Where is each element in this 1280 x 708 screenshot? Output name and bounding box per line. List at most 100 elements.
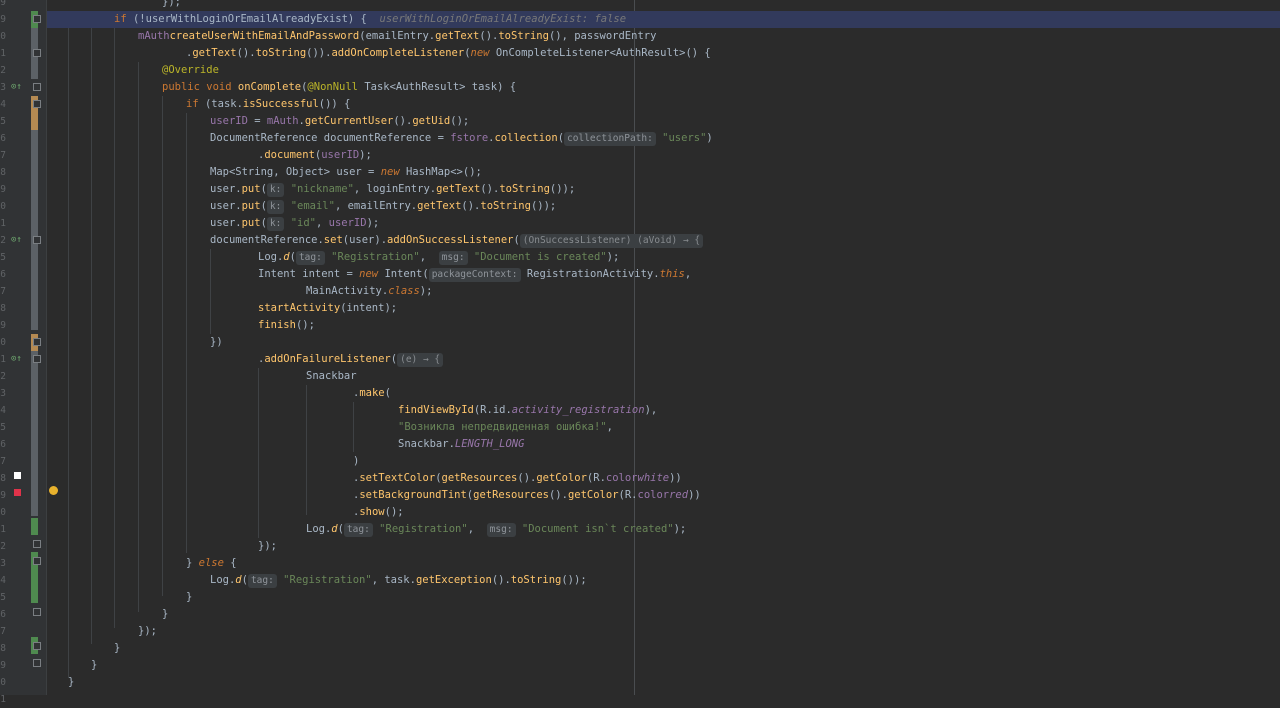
color-swatch-white-icon[interactable]: [14, 472, 21, 479]
fold-toggle-icon[interactable]: [33, 100, 41, 108]
line-number: 9: [0, 660, 6, 671]
code-token: "id": [290, 217, 316, 229]
code-token: @NonNull: [307, 81, 358, 93]
line-number: 4: [0, 575, 6, 586]
intention-bulb-icon[interactable]: [49, 486, 58, 495]
code-token: (: [260, 200, 267, 212]
parameter-hint: tag:: [247, 574, 277, 588]
code-token: (task.: [198, 98, 243, 110]
code-token: ().: [491, 574, 511, 586]
line-number: 1: [0, 48, 6, 59]
code-token: @Override: [162, 64, 219, 76]
fold-toggle-icon[interactable]: [33, 15, 41, 23]
line-number: 7: [0, 456, 6, 467]
code-token: );: [673, 523, 687, 535]
code-token: (: [384, 387, 391, 399]
code-token: set: [323, 234, 343, 246]
code-token: (R.id.: [473, 404, 512, 416]
code-token: startActivity: [258, 302, 341, 314]
folded-lambda[interactable]: (e) → {: [397, 353, 444, 367]
indent-guide: [306, 385, 307, 515]
code-line: user.put(k: "email", emailEntry.getText(…: [210, 198, 556, 215]
fold-toggle-icon[interactable]: [33, 557, 41, 565]
code-token: new: [470, 47, 490, 59]
line-number: 0: [0, 201, 6, 212]
code-line: Log.d(tag: "Registration", msg: "Documen…: [258, 249, 619, 266]
fold-toggle-icon[interactable]: [33, 236, 41, 244]
line-number: 5: [0, 422, 6, 433]
code-line: DocumentReference documentReference = fs…: [210, 130, 713, 147]
code-token: (user).: [342, 234, 388, 246]
code-token: (: [260, 217, 267, 229]
code-line: finish();: [258, 317, 315, 334]
code-token: Snackbar.: [398, 438, 455, 450]
code-token: ,: [467, 523, 487, 535]
line-number: 1: [0, 354, 6, 365]
line-number: 7: [0, 286, 6, 297]
fold-toggle-icon[interactable]: [33, 608, 41, 616]
parameter-hint: k:: [266, 217, 285, 231]
folded-lambda[interactable]: (OnSuccessListener) (aVoid) → {: [519, 234, 704, 248]
fold-toggle-icon[interactable]: [33, 49, 41, 57]
override-method-icon[interactable]: ⊙↑: [11, 232, 22, 249]
indent-guide: [91, 28, 92, 644]
indent-guide: [353, 402, 354, 452]
code-token: userID: [210, 115, 248, 127]
override-method-icon[interactable]: ⊙↑: [11, 79, 22, 96]
fold-toggle-icon[interactable]: [33, 540, 41, 548]
line-number: 2: [0, 371, 6, 382]
code-line: .setTextColor(getResources().getColor(R.…: [353, 470, 682, 487]
line-number: 7: [0, 626, 6, 637]
line-number: 1: [0, 218, 6, 229]
vcs-change-marker: [31, 130, 38, 330]
code-line: ): [353, 453, 359, 470]
code-token: }: [114, 642, 121, 654]
code-token: addOnSuccessListener: [387, 234, 514, 246]
code-token: ): [706, 132, 713, 144]
fold-toggle-icon[interactable]: [33, 642, 41, 650]
line-number: 9: [0, 14, 6, 25]
fold-toggle-icon[interactable]: [33, 338, 41, 346]
code-line: user.put(k: "nickname", loginEntry.getTe…: [210, 181, 575, 198]
code-token: getCurrentUser: [304, 115, 394, 127]
code-line: Snackbar: [306, 368, 357, 385]
code-token: {: [223, 557, 237, 569]
fold-toggle-icon[interactable]: [33, 659, 41, 667]
code-token: getText: [417, 200, 462, 212]
code-token: ().: [236, 47, 256, 59]
code-token: , emailEntry.: [334, 200, 418, 212]
code-token: ,: [419, 251, 439, 263]
code-token: documentReference.: [210, 234, 324, 246]
code-line: });: [138, 623, 157, 640]
fold-toggle-icon[interactable]: [33, 83, 41, 91]
line-number: 5: [0, 252, 6, 263]
override-method-icon[interactable]: ⊙↑: [11, 351, 22, 368]
color-swatch-red-icon[interactable]: [14, 489, 21, 496]
inline-value-hint: userWithLoginOrEmailAlreadyExist: false: [379, 13, 627, 25]
line-number: 0: [0, 677, 6, 688]
line-number: 5: [0, 592, 6, 603]
code-token: ();: [295, 319, 315, 331]
line-number: 5: [0, 116, 6, 127]
code-line: }: [186, 589, 192, 606]
code-token: "Registration": [331, 251, 420, 263]
code-token: toString: [255, 47, 307, 59]
code-line: }): [210, 334, 223, 351]
fold-toggle-icon[interactable]: [33, 355, 41, 363]
code-token: document: [264, 149, 315, 161]
code-token: (R.: [586, 472, 606, 484]
code-token: put: [241, 200, 261, 212]
code-token: red: [669, 489, 689, 501]
code-token: Map<String, Object> user =: [210, 166, 381, 178]
code-line: @Override: [162, 62, 219, 79]
indent-guide: [138, 62, 139, 612]
code-line: }: [91, 657, 97, 674]
line-number: 9: [0, 490, 6, 501]
right-margin-guide: [634, 0, 635, 695]
code-token: addOnCompleteListener: [331, 47, 465, 59]
code-token: ());: [530, 200, 557, 212]
code-token: ().: [461, 200, 481, 212]
code-token: make: [359, 387, 385, 399]
code-token: (: [513, 234, 520, 246]
indent-guide: [162, 96, 163, 596]
